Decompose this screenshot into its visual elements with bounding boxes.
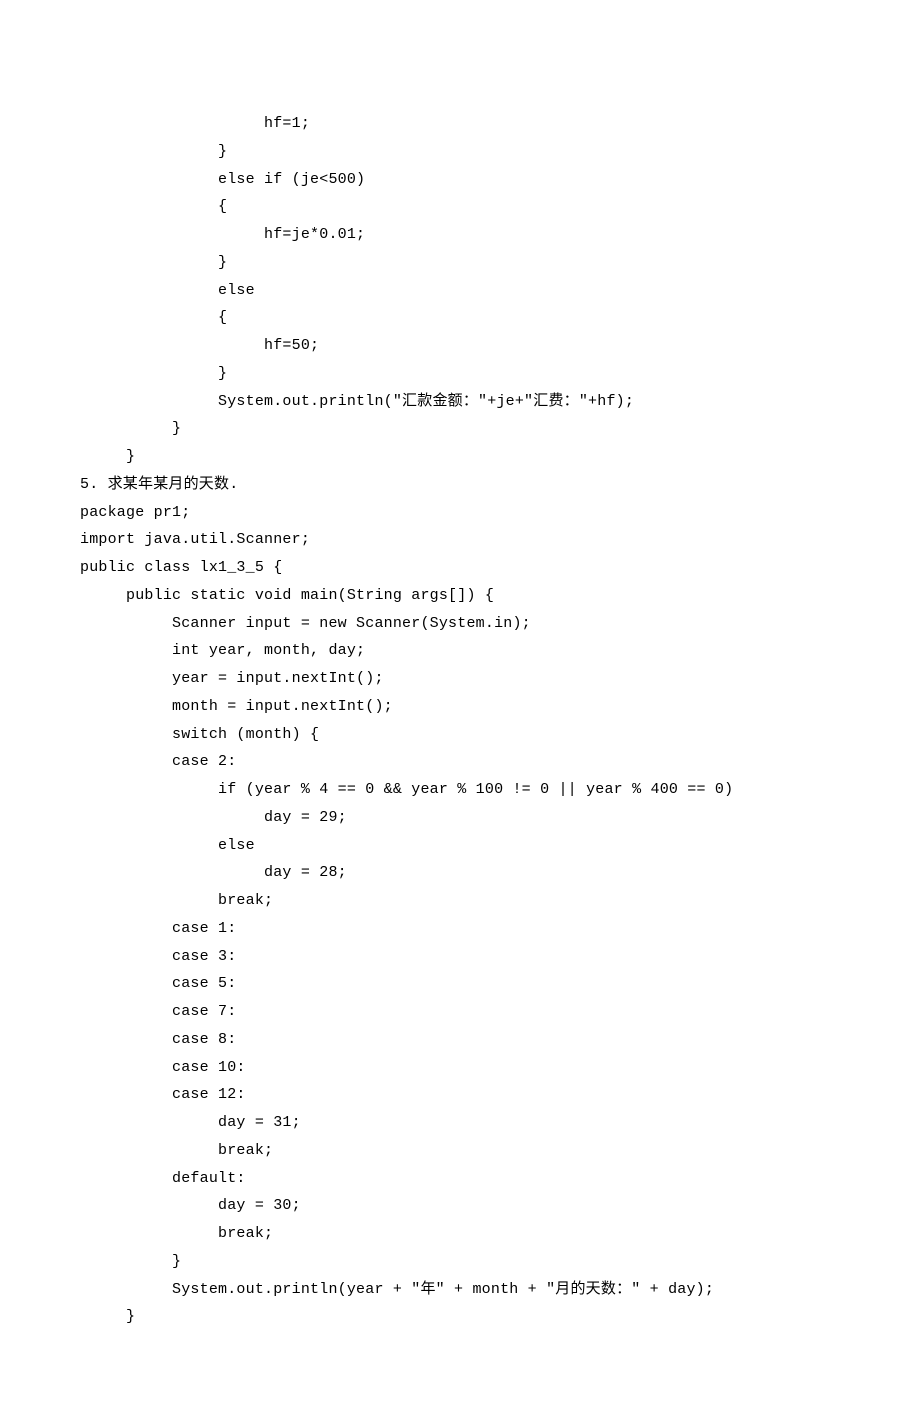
document-page: hf=1; } else if (je<500) { hf=je*0.01; }… <box>0 0 920 1411</box>
code-listing: hf=1; } else if (je<500) { hf=je*0.01; }… <box>80 110 840 1331</box>
